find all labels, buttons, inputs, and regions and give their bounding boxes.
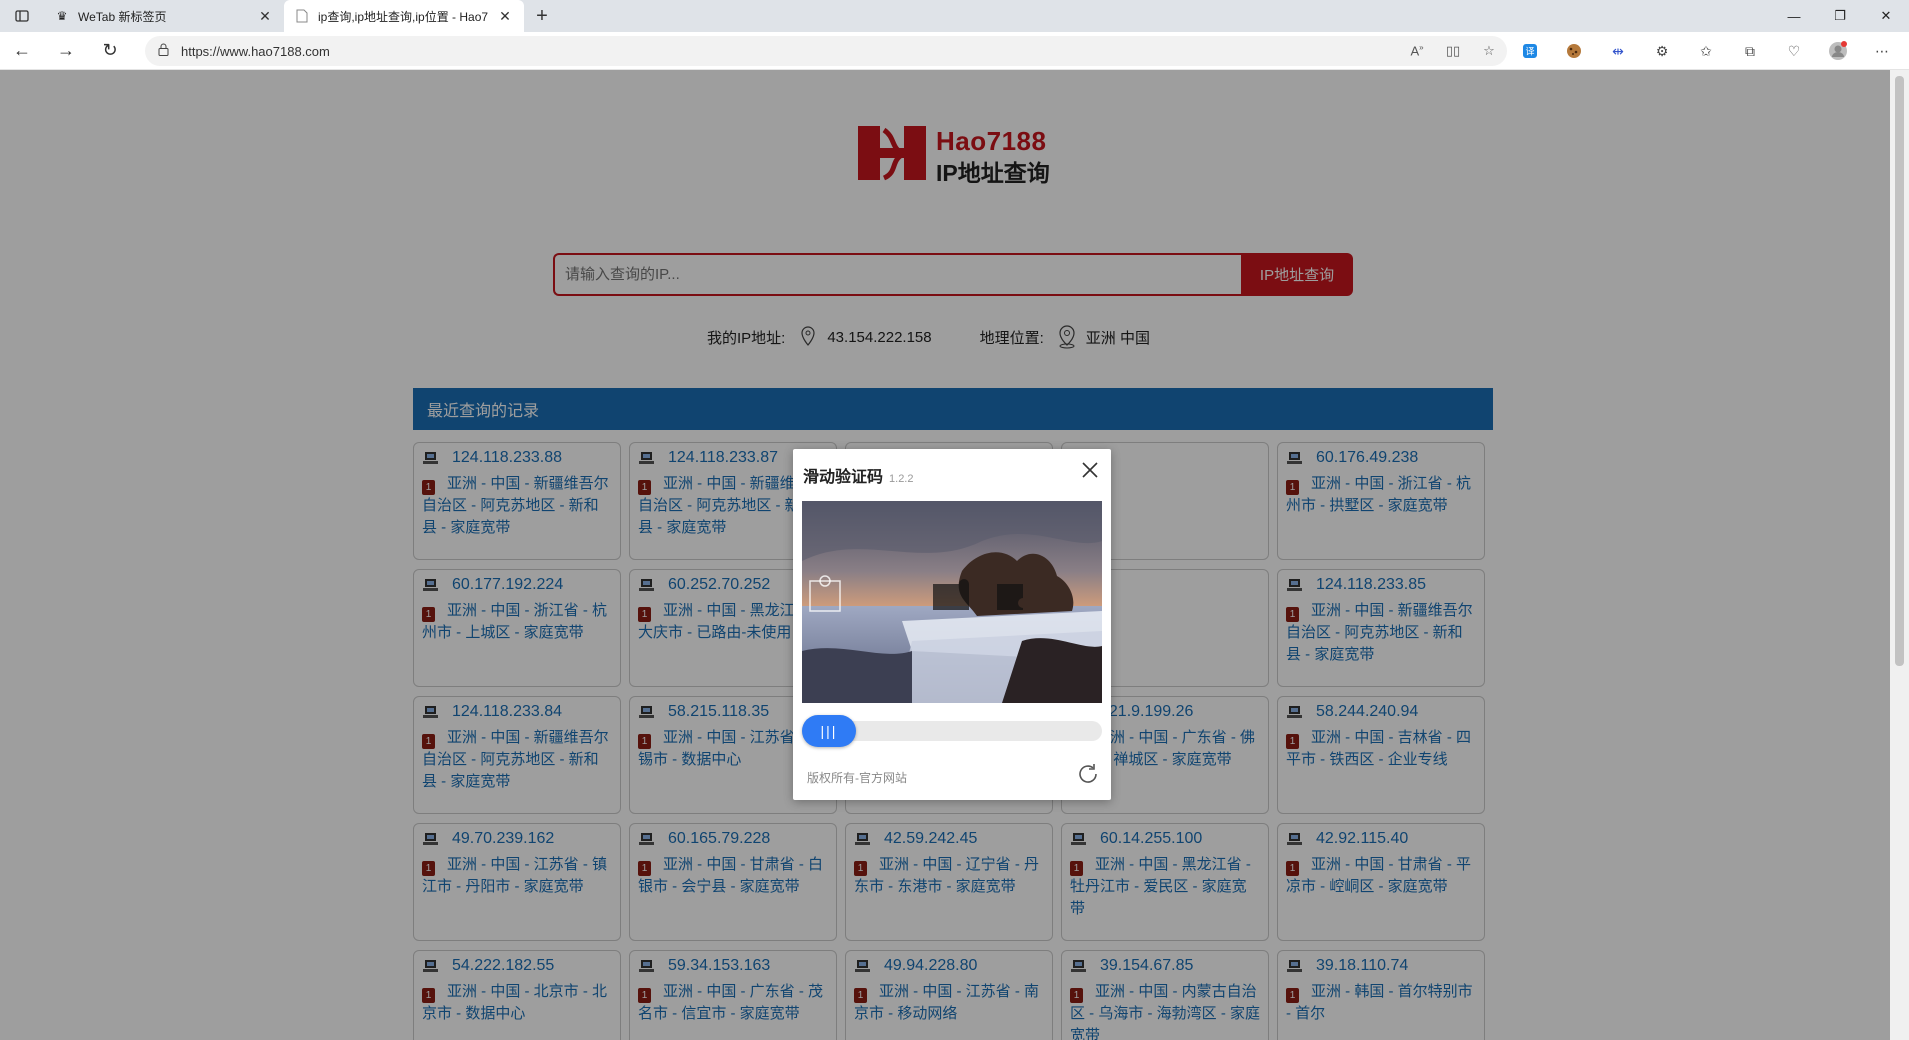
split-extension-icon[interactable]: ⇹ (1596, 32, 1640, 70)
page-scrollbar[interactable] (1890, 70, 1909, 1040)
reload-icon[interactable]: ↻ (88, 32, 132, 70)
browser-toolbar: ← → ↻ https://www.hao7188.com A» ▯▯ ☆ 译 … (0, 32, 1909, 70)
modal-backdrop[interactable] (0, 70, 1890, 370)
read-aloud-icon[interactable]: A» (1399, 43, 1435, 59)
minimize-icon[interactable]: — (1771, 0, 1817, 32)
captcha-footer-link[interactable]: 版权所有-官方网站 (807, 769, 907, 786)
translate-extension-icon[interactable]: 译 (1508, 32, 1552, 70)
wetab-icon: ♛ (56, 9, 68, 23)
back-icon[interactable]: ← (0, 32, 44, 70)
svg-text:译: 译 (1525, 47, 1534, 58)
tab-close-icon[interactable]: ✕ (496, 8, 514, 25)
tab-close-icon[interactable]: ✕ (256, 8, 274, 25)
forward-icon[interactable]: → (44, 32, 88, 70)
address-bar[interactable]: https://www.hao7188.com A» ▯▯ ☆ (145, 36, 1507, 66)
tab-title: WeTab 新标签页 (78, 9, 167, 24)
tab-title: ip查询,ip地址查询,ip位置 - Hao7 (318, 9, 489, 24)
captcha-version: 1.2.2 (889, 473, 914, 485)
collections-icon[interactable]: ⧉ (1728, 32, 1772, 70)
page-icon (294, 8, 310, 24)
captcha-title: 滑动验证码 1.2.2 (803, 469, 914, 486)
more-menu-icon[interactable]: ⋯ (1860, 32, 1904, 70)
captcha-close-icon[interactable] (1079, 459, 1101, 481)
tab-actions-button[interactable] (0, 0, 44, 32)
extensions-icon[interactable]: ⚙ (1640, 32, 1684, 70)
new-tab-button[interactable]: + (524, 0, 560, 32)
scrollbar-thumb[interactable] (1895, 76, 1904, 666)
window-close-icon[interactable]: ✕ (1863, 0, 1909, 32)
browser-tab-active[interactable]: ip查询,ip地址查询,ip位置 - Hao7 ✕ (284, 0, 524, 32)
url-text[interactable]: https://www.hao7188.com (181, 44, 1399, 59)
slide-captcha-dialog: 滑动验证码 1.2.2 ||| 版权所有-官方网站 (793, 449, 1111, 800)
browser-tab-bar: ♛ WeTab 新标签页 ✕ ip查询,ip地址查询,ip位置 - Hao7 ✕… (0, 0, 1909, 32)
captcha-refresh-icon[interactable] (1076, 762, 1100, 786)
captcha-slider-handle[interactable]: ||| (802, 715, 856, 747)
restore-icon[interactable]: ❐ (1817, 0, 1863, 32)
add-favorite-icon[interactable]: ☆ (1471, 43, 1507, 59)
browser-tab[interactable]: ♛ WeTab 新标签页 ✕ (44, 0, 284, 32)
favorites-icon[interactable]: ✩ (1684, 32, 1728, 70)
tab-actions-icon (15, 10, 29, 22)
lock-icon[interactable] (145, 43, 181, 59)
captcha-puzzle-image (802, 501, 1102, 703)
performance-icon[interactable]: ♡ (1772, 32, 1816, 70)
cookie-extension-icon[interactable] (1552, 32, 1596, 70)
extensions-bar: 译 ⇹ ⚙ ✩ ⧉ ♡ ⋯ (1508, 32, 1904, 70)
window-controls: — ❐ ✕ (1771, 0, 1909, 32)
web-page: Hao7188 IP地址查询 IP地址查询 我的IP地址: 43.154.222… (0, 70, 1890, 1040)
profile-avatar[interactable] (1816, 32, 1860, 70)
reader-view-icon[interactable]: ▯▯ (1435, 43, 1471, 59)
